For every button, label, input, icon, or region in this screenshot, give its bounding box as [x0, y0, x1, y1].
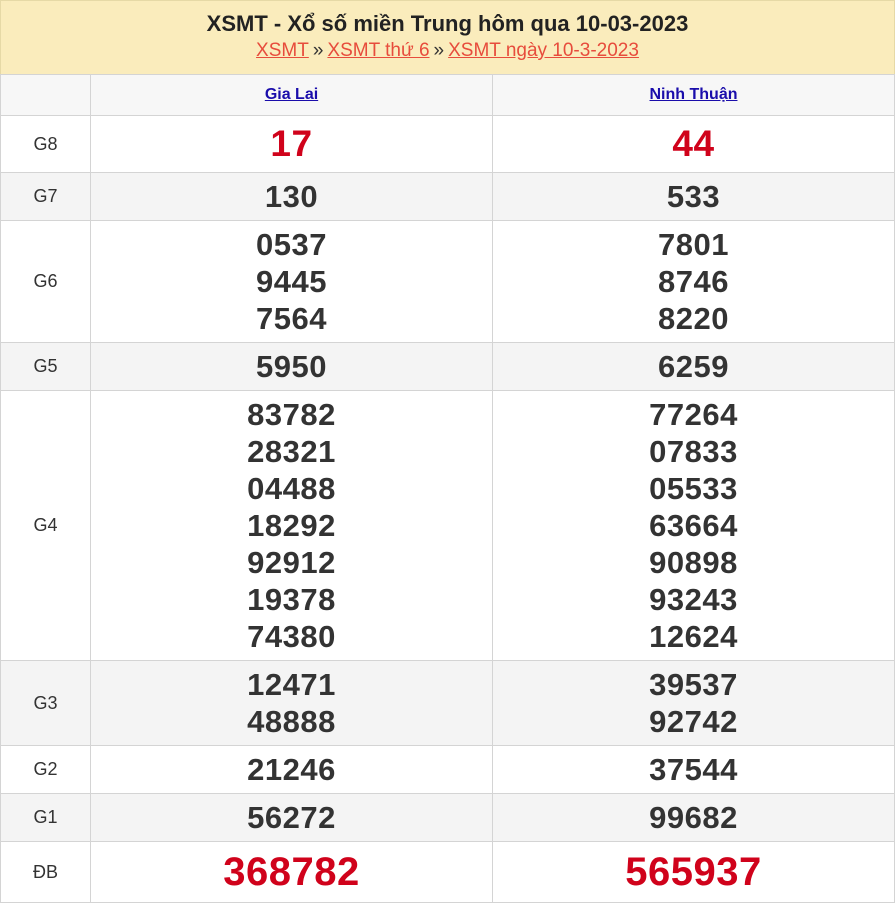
winning-number: 28321 [247, 434, 336, 469]
winning-number: 9445 [256, 264, 327, 299]
column-header-ninh-thuan: Ninh Thuận [492, 74, 895, 116]
prize-cell-gia-lai: 21246 [90, 745, 493, 794]
results-header: XSMT - Xổ số miền Trung hôm qua 10-03-20… [0, 0, 895, 74]
winning-number: 99682 [649, 800, 738, 835]
winning-number: 04488 [247, 471, 336, 506]
winning-number: 77264 [649, 397, 738, 432]
page-title: XSMT - Xổ số miền Trung hôm qua 10-03-20… [206, 11, 689, 36]
prize-cell-gia-lai: 130 [90, 172, 493, 221]
prize-label: G7 [0, 172, 91, 221]
prize-cell-gia-lai: 56272 [90, 793, 493, 842]
prize-table-body: G8 17 44 G7 130 533 G6 0537 9445 7564 7801 8746 8220… [0, 115, 895, 903]
prize-row-g4: G4 83782 28321 04488 18292 92912 19378 74380 772… [0, 390, 895, 661]
prize-label: G5 [0, 342, 91, 391]
prize-cell-ninh-thuan: 37544 [492, 745, 895, 794]
winning-number: 7801 [658, 227, 729, 262]
breadcrumb-separator: » [312, 40, 324, 61]
prize-cell-gia-lai: 12471 48888 [90, 660, 493, 746]
winning-number: 93243 [649, 582, 738, 617]
prize-cell-ninh-thuan: 565937 [492, 841, 895, 903]
prize-label: G3 [0, 660, 91, 746]
prize-row-g8: G8 17 44 [0, 115, 895, 173]
prize-cell-ninh-thuan: 77264 07833 05533 63664 90898 93243 12624 [492, 390, 895, 661]
winning-number: 565937 [625, 850, 762, 894]
winning-number: 368782 [223, 850, 360, 894]
winning-number: 48888 [247, 704, 336, 739]
prize-cell-ninh-thuan: 7801 8746 8220 [492, 220, 895, 343]
breadcrumb-xsmt-link[interactable]: XSMT [256, 40, 309, 61]
winning-number: 8746 [658, 264, 729, 299]
winning-number: 130 [264, 179, 319, 214]
prize-cell-ninh-thuan: 6259 [492, 342, 895, 391]
column-header-gia-lai: Gia Lai [90, 74, 493, 116]
winning-number: 90898 [649, 545, 738, 580]
prize-label: G8 [0, 115, 91, 173]
winning-number: 8220 [658, 301, 729, 336]
prize-label: G2 [0, 745, 91, 794]
winning-number: 44 [672, 123, 715, 164]
prize-row-g6: G6 0537 9445 7564 7801 8746 8220 [0, 220, 895, 343]
province-link-ninh-thuan[interactable]: Ninh Thuận [650, 86, 738, 103]
winning-number: 05533 [649, 471, 738, 506]
province-link-gia-lai[interactable]: Gia Lai [265, 86, 318, 103]
prize-row-g2: G2 21246 37544 [0, 745, 895, 794]
prize-row-đb: ĐB 368782 565937 [0, 841, 895, 903]
prize-cell-gia-lai: 17 [90, 115, 493, 173]
prize-column-header [0, 74, 91, 116]
winning-number: 7564 [256, 301, 327, 336]
prize-cell-gia-lai: 83782 28321 04488 18292 92912 19378 74380 [90, 390, 493, 661]
prize-cell-ninh-thuan: 533 [492, 172, 895, 221]
prize-cell-gia-lai: 368782 [90, 841, 493, 903]
winning-number: 12624 [649, 619, 738, 654]
prize-row-g7: G7 130 533 [0, 172, 895, 221]
winning-number: 533 [666, 179, 721, 214]
winning-number: 19378 [247, 582, 336, 617]
breadcrumb-xsmt-friday-link[interactable]: XSMT thứ 6 [327, 40, 429, 61]
results-table: Gia Lai Ninh Thuận G8 17 44 G7 130 533 G6 0537 9… [0, 74, 895, 903]
winning-number: 74380 [247, 619, 336, 654]
winning-number: 92912 [247, 545, 336, 580]
winning-number: 39537 [649, 667, 738, 702]
winning-number: 07833 [649, 434, 738, 469]
winning-number: 12471 [247, 667, 336, 702]
winning-number: 5950 [256, 349, 327, 384]
prize-cell-gia-lai: 5950 [90, 342, 493, 391]
table-header-row: Gia Lai Ninh Thuận [0, 74, 895, 116]
prize-cell-gia-lai: 0537 9445 7564 [90, 220, 493, 343]
prize-cell-ninh-thuan: 99682 [492, 793, 895, 842]
prize-label: ĐB [0, 841, 91, 903]
winning-number: 63664 [649, 508, 738, 543]
prize-row-g3: G3 12471 48888 39537 92742 [0, 660, 895, 746]
prize-row-g5: G5 5950 6259 [0, 342, 895, 391]
breadcrumb-xsmt-date-link[interactable]: XSMT ngày 10-3-2023 [448, 40, 639, 61]
winning-number: 21246 [247, 752, 336, 787]
prize-label: G1 [0, 793, 91, 842]
winning-number: 37544 [649, 752, 738, 787]
winning-number: 17 [270, 123, 313, 164]
winning-number: 6259 [658, 349, 729, 384]
winning-number: 0537 [256, 227, 327, 262]
breadcrumb-separator: » [433, 40, 445, 61]
prize-cell-ninh-thuan: 39537 92742 [492, 660, 895, 746]
prize-label: G6 [0, 220, 91, 343]
breadcrumb: XSMT» XSMT thứ 6» XSMT ngày 10-3-2023 [1, 39, 894, 63]
winning-number: 83782 [247, 397, 336, 432]
winning-number: 18292 [247, 508, 336, 543]
prize-row-g1: G1 56272 99682 [0, 793, 895, 842]
winning-number: 92742 [649, 704, 738, 739]
prize-cell-ninh-thuan: 44 [492, 115, 895, 173]
prize-label: G4 [0, 390, 91, 661]
winning-number: 56272 [247, 800, 336, 835]
